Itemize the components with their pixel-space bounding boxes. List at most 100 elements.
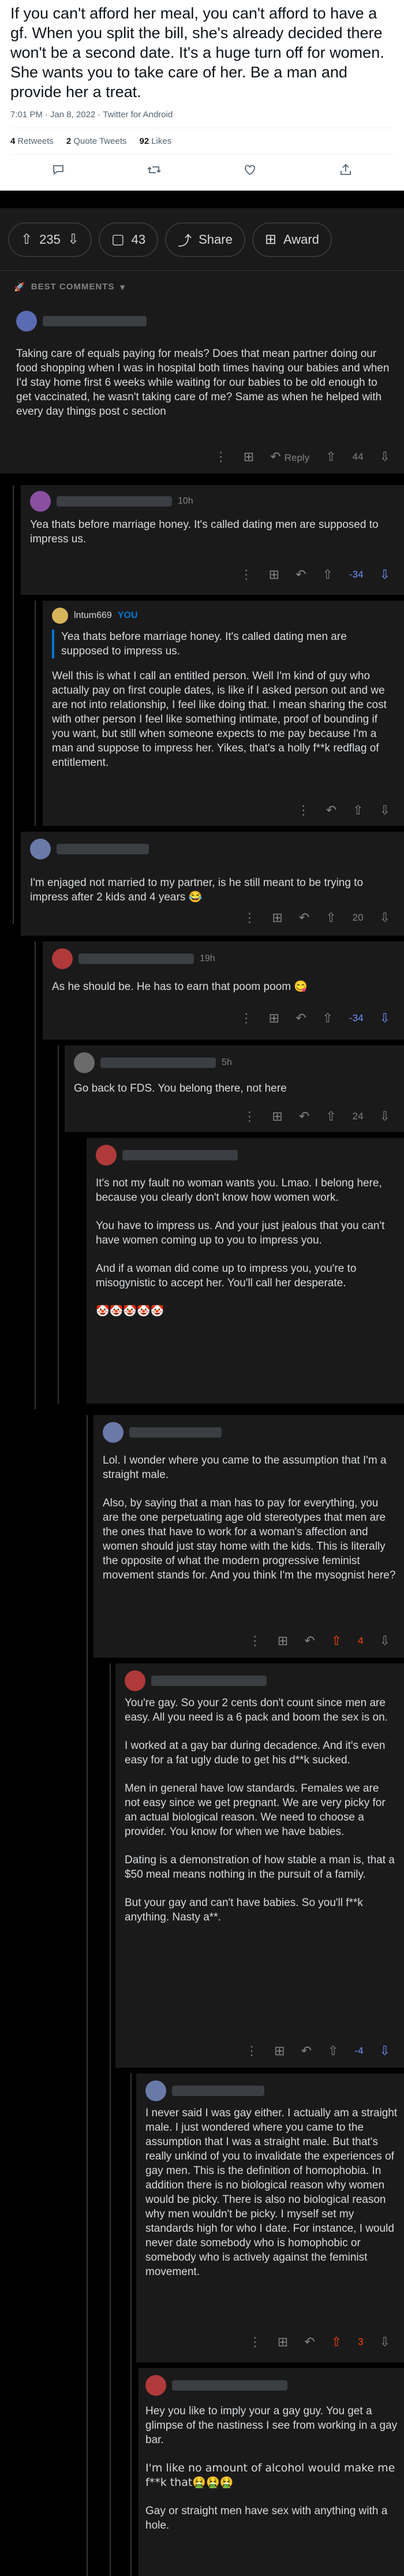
comment-score: 3: [358, 2336, 364, 2347]
award-icon[interactable]: ⊞: [272, 1109, 282, 1124]
share-label: Share: [199, 232, 233, 247]
comment-score: 24: [352, 1111, 364, 1122]
upvote-icon[interactable]: ⇧: [353, 803, 363, 818]
downvote-icon[interactable]: ⇩: [380, 1109, 390, 1124]
avatar: [125, 1670, 145, 1691]
more-icon[interactable]: ⋮: [240, 567, 253, 582]
comment-2: lntum669 YOU Yea thats before marriage h…: [43, 601, 404, 826]
thread-line: [130, 2074, 132, 2576]
comment-paragraph: Also, by saying that a man has to pay fo…: [103, 1497, 396, 1581]
award-icon[interactable]: ⊞: [278, 1633, 288, 1648]
reply-button[interactable]: ↶ Reply: [270, 449, 309, 464]
upvote-icon[interactable]: ⇧: [21, 231, 32, 248]
upvote-icon[interactable]: ⇧: [326, 1109, 336, 1124]
tweet-date: Jan 8, 2022: [50, 110, 96, 120]
retweet-icon[interactable]: [143, 163, 166, 180]
share-button[interactable]: ⤴ Share: [165, 222, 245, 257]
upvote-icon[interactable]: ⇧: [326, 449, 336, 464]
more-icon[interactable]: ⋮: [215, 449, 227, 464]
more-icon[interactable]: ⋮: [249, 1633, 261, 1648]
author-name[interactable]: lntum669: [74, 611, 112, 621]
post-action-bar: ⇧ 235 ⇩ ▢ 43 ⤴ Share ⊞ Award: [0, 208, 404, 270]
comment-author: [103, 1422, 222, 1443]
downvote-icon[interactable]: ⇩: [68, 231, 79, 248]
comment-paragraph: Lol. I wonder where you came to the assu…: [103, 1454, 387, 1481]
award-icon[interactable]: ⊞: [278, 2335, 288, 2350]
chevron-down-icon: ▾: [120, 282, 125, 292]
award-icon[interactable]: ⊞: [272, 910, 282, 925]
post-vote-pill: ⇧ 235 ⇩: [8, 222, 92, 257]
tweet-time: 7:01 PM: [10, 110, 43, 120]
upvote-icon[interactable]: ⇧: [331, 2335, 342, 2350]
like-icon[interactable]: [238, 163, 261, 180]
likes-stat[interactable]: 92 Likes: [140, 136, 172, 146]
redacted-username: [172, 2086, 264, 2096]
comment-6: It's not my fault no woman wants you. Lm…: [87, 1138, 404, 1404]
retweets-stat[interactable]: 4 Retweets: [10, 136, 54, 146]
more-icon[interactable]: ⋮: [249, 2335, 261, 2350]
downvote-icon[interactable]: ⇩: [380, 803, 390, 818]
comment-author: [145, 2080, 264, 2101]
downvote-icon[interactable]: ⇩: [380, 910, 390, 925]
comment-text: Yea thats before marriage honey. It's ca…: [30, 519, 379, 545]
award-icon[interactable]: ⊞: [244, 449, 254, 464]
quotes-stat[interactable]: 2 Quote Tweets: [66, 136, 127, 146]
comment-author: [125, 1670, 267, 1691]
avatar: [145, 2375, 166, 2396]
downvote-icon[interactable]: ⇩: [380, 1011, 390, 1026]
redacted-username: [57, 496, 172, 507]
comment-5: 5h Go back to FDS. You belong there, not…: [65, 1045, 404, 1132]
reply-icon[interactable]: ↶: [299, 910, 309, 925]
comment-paragraph: And if a woman did come up to impress yo…: [96, 1263, 357, 1289]
downvote-icon[interactable]: ⇩: [380, 1633, 390, 1648]
award-icon[interactable]: ⊞: [269, 567, 279, 582]
comment-text: You're gay. So your 2 cents don't count …: [125, 1696, 396, 1924]
reply-icon[interactable]: ↶: [301, 2043, 312, 2058]
avatar: [74, 1052, 95, 1073]
more-icon[interactable]: ⋮: [245, 2043, 258, 2058]
award-button[interactable]: ⊞ Award: [252, 222, 332, 257]
downvote-icon[interactable]: ⇩: [380, 449, 390, 464]
more-icon[interactable]: ⋮: [243, 1109, 256, 1124]
comment-time: 19h: [200, 954, 215, 963]
avatar: [52, 608, 68, 624]
redacted-username: [78, 954, 194, 964]
more-icon[interactable]: ⋮: [297, 803, 310, 818]
upvote-icon[interactable]: ⇧: [323, 1011, 333, 1026]
redacted-username: [129, 1427, 222, 1438]
comment-actions: ⋮ ⊞ ↶ ⇧ -34 ⇩: [240, 567, 390, 582]
share-icon[interactable]: [334, 163, 357, 180]
reply-icon[interactable]: ↶: [295, 1011, 306, 1026]
more-icon[interactable]: ⋮: [243, 910, 256, 925]
reply-icon[interactable]: ↶: [304, 2335, 315, 2350]
award-icon[interactable]: ⊞: [274, 2043, 285, 2058]
reply-icon[interactable]: ↶: [304, 1633, 315, 1648]
redacted-username: [57, 844, 149, 854]
avatar: [103, 1422, 124, 1443]
upvote-icon[interactable]: ⇧: [331, 1633, 342, 1648]
reply-icon[interactable]: ↶: [295, 567, 306, 582]
comment-time: 5h: [222, 1058, 232, 1067]
upvote-icon[interactable]: ⇧: [323, 567, 333, 582]
tweet-client[interactable]: Twitter for Android: [103, 110, 173, 120]
reply-icon[interactable]: ↶: [326, 803, 336, 818]
sort-bar[interactable]: 🚀 BEST COMMENTS ▾: [0, 270, 404, 303]
comment-author: 10h: [30, 491, 193, 512]
upvote-icon[interactable]: ⇧: [326, 910, 336, 925]
upvote-icon[interactable]: ⇧: [328, 2043, 338, 2058]
thread-line: [35, 601, 36, 826]
redacted-username: [151, 1676, 267, 1686]
comment-score: -4: [354, 2045, 364, 2056]
reply-icon[interactable]: ↶: [299, 1109, 309, 1124]
downvote-icon[interactable]: ⇩: [380, 2043, 390, 2058]
award-icon[interactable]: ⊞: [269, 1011, 279, 1026]
more-icon[interactable]: ⋮: [240, 1011, 253, 1026]
comments-button[interactable]: ▢ 43: [98, 222, 159, 257]
comment-actions: ⋮ ⊞ ↶ ⇧ 20 ⇩: [243, 910, 390, 925]
downvote-icon[interactable]: ⇩: [380, 567, 390, 582]
screenshot-page: If you can't afford her meal, you can't …: [0, 0, 404, 2576]
avatar: [145, 2080, 166, 2101]
comment-actions: ⋮ ⊞ ↶ ⇧ -4 ⇩: [245, 2043, 390, 2058]
downvote-icon[interactable]: ⇩: [380, 2335, 390, 2350]
reply-icon[interactable]: [47, 163, 70, 180]
